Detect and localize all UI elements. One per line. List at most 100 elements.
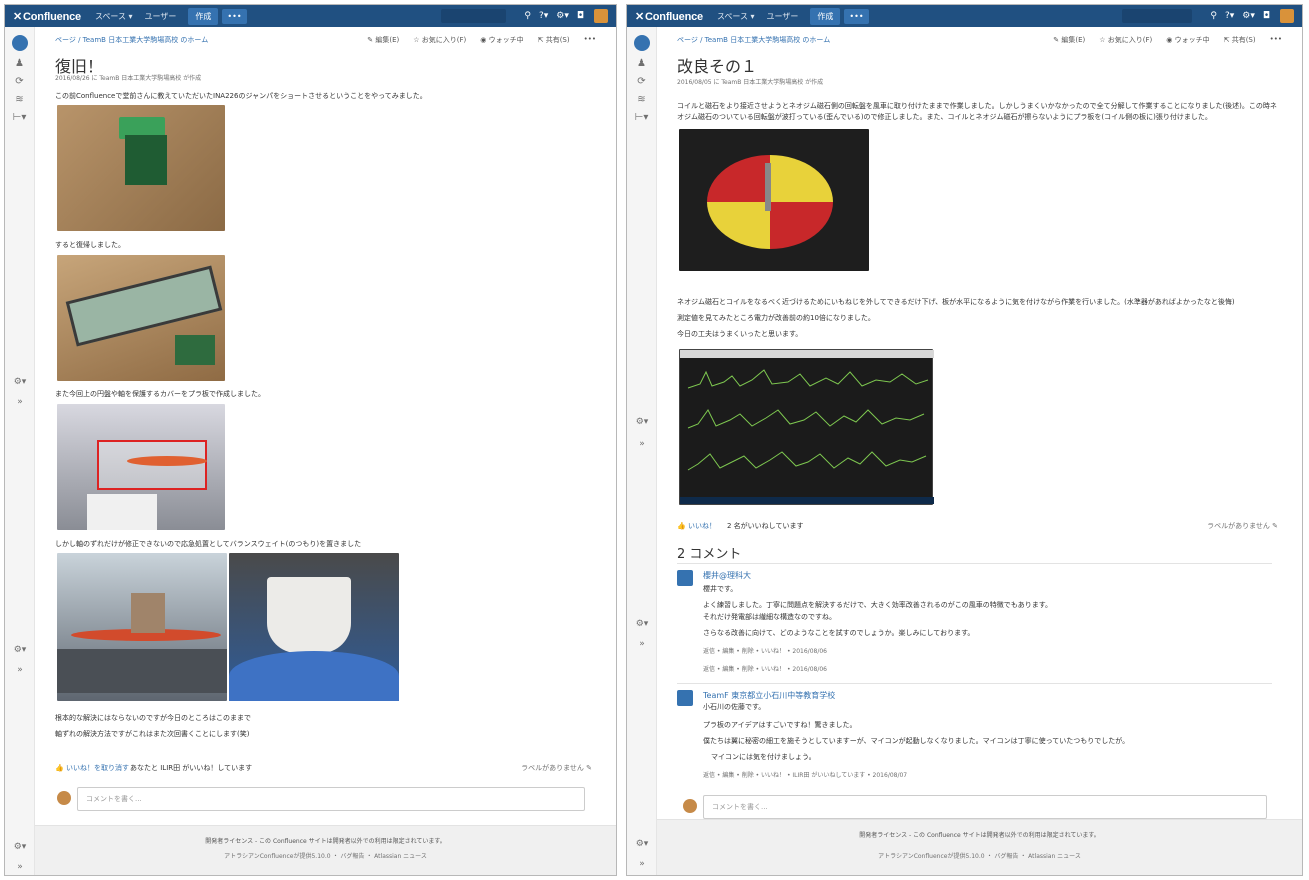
search-input[interactable] — [1122, 9, 1193, 23]
sidebar-gear-icon[interactable]: ⚙▾ — [627, 417, 657, 427]
more-create-button[interactable]: ••• — [222, 8, 247, 24]
more-create-button[interactable]: ••• — [844, 8, 869, 24]
profile-icon[interactable] — [11, 35, 28, 51]
help-icon[interactable]: ?▾ — [539, 11, 548, 21]
comment-text: よく練習しました。丁寧に問題点を解決するだけで、大きく効率改善されるのがこの風車… — [703, 601, 1053, 609]
photo-rotor-disc — [679, 129, 869, 271]
like-link[interactable]: 👍 いいね！ — [677, 521, 716, 531]
graph-lines — [687, 369, 929, 471]
people-icon[interactable]: ♟ — [627, 58, 656, 69]
notifications-icon[interactable]: ◘ — [577, 11, 584, 21]
page-meta: 2016/08/05 に TeamB 日本工業大学駒場高校 が作成 — [677, 79, 824, 86]
share-button[interactable]: ⇱ 共有(S) — [538, 35, 570, 45]
labels-empty[interactable]: ラベルがありません ✎ — [1207, 521, 1278, 531]
comment-text: 小石川の佐藤です。 — [703, 703, 766, 711]
expand-sidebar-icon-3[interactable]: » — [627, 859, 657, 869]
favorite-button[interactable]: ☆ お気に入り(F) — [413, 35, 466, 45]
likes-summary: 2 名がいいねしています — [727, 522, 804, 530]
footer-links[interactable]: アトラシアンConfluenceが提供5.10.0 ・ バグ報告 ・ Atlas… — [657, 851, 1302, 860]
footer-links[interactable]: アトラシアンConfluenceが提供5.10.0 ・ バグ報告 ・ Atlas… — [35, 851, 616, 860]
notifications-icon[interactable]: ◘ — [1263, 11, 1270, 21]
comment-actions[interactable]: 返信 • 編集 • 削除 • いいね！ • 2016/08/06 — [703, 664, 827, 673]
activity-icon[interactable]: ⟳ — [5, 76, 34, 87]
photo-balance-weight-cup — [229, 553, 399, 701]
sidebar-gear-icon-2[interactable]: ⚙▾ — [5, 645, 35, 655]
expand-sidebar-icon[interactable]: » — [5, 397, 35, 407]
gear-icon[interactable]: ⚙▾ — [1242, 11, 1255, 21]
screenshot-power-graphs — [679, 349, 934, 505]
watch-button[interactable]: ◉ ウォッチ中 — [480, 35, 523, 45]
sidebar-gear-icon-2[interactable]: ⚙▾ — [627, 619, 657, 629]
people-icon[interactable]: ♟ — [5, 58, 34, 69]
unlike-link[interactable]: 👍 いいね！を取り消す — [55, 763, 129, 773]
sidebar-gear-icon-3[interactable]: ⚙▾ — [627, 839, 657, 849]
right-confluence-window: ✕Confluence スペース ▾ ユーザー 作成 ••• ⚲ ?▾ ⚙▾ ◘… — [626, 4, 1303, 876]
page-content: ページ / TeamB 日本工業大学駒場高校 のホーム ✎ 編集(E) ☆ お気… — [657, 27, 1302, 875]
sidebar-gear-icon[interactable]: ⚙▾ — [5, 377, 35, 387]
share-button[interactable]: ⇱ 共有(S) — [1224, 35, 1256, 45]
edit-button[interactable]: ✎ 編集(E) — [367, 35, 399, 45]
comment-avatar — [677, 690, 693, 706]
more-actions-button[interactable]: ••• — [1270, 35, 1282, 45]
expand-sidebar-icon[interactable]: » — [627, 439, 657, 449]
left-confluence-window: ✕Confluence スペース ▾ ユーザー 作成 ••• ⚲ ?▾ ⚙▾ ◘… — [4, 4, 617, 876]
expand-sidebar-icon-3[interactable]: » — [5, 862, 35, 872]
paragraph: コイルと磁石をより接近させようとネオジム磁石側の回転盤を風車に取り付けたままで作… — [677, 102, 1277, 121]
footer: 開発者ライセンス - この Confluence サイトは開発者以外での利用は限… — [657, 819, 1302, 875]
comment-input[interactable]: コメントを書く... — [77, 787, 585, 811]
paragraph: 根本的な解決にはならないのですが今日のところはこのままで — [55, 714, 251, 722]
activity-icon[interactable]: ⟳ — [627, 76, 656, 87]
likes-summary: あなたと ILIR田 がいいね！しています — [130, 764, 253, 772]
feed-icon[interactable]: ≋ — [627, 94, 656, 105]
feed-icon[interactable]: ≋ — [5, 94, 34, 105]
paragraph: すると復帰しました。 — [55, 241, 125, 249]
confluence-logo[interactable]: ✕Confluence — [13, 10, 81, 23]
paragraph: しかし軸のずれだけが修正できないので応急処置としてバランスウェイト(のつもり)を… — [55, 540, 362, 548]
paragraph: また今回上の円盤や軸を保護するカバーをプラ板で作成しました。 — [55, 390, 265, 398]
comment-actions[interactable]: 返信 • 編集 • 削除 • いいね！ • ILIR田 がいいねしています • … — [703, 770, 907, 779]
search-icon[interactable]: ⚲ — [524, 11, 531, 21]
comment-author[interactable]: 櫻井@理科大 — [703, 570, 751, 581]
comment-text: プラ板のアイデアはすごいですね！驚きました。 — [703, 721, 857, 729]
photo-circuit-board — [57, 105, 225, 231]
footer: 開発者ライセンス - この Confluence サイトは開発者以外での利用は限… — [35, 825, 616, 875]
search-input[interactable] — [441, 9, 507, 23]
comment-text: さらなる改善に向けて、どのようなことを試すのでしょうか。楽しみにしております。 — [703, 629, 975, 637]
create-button[interactable]: 作成 — [810, 7, 841, 25]
gear-icon[interactable]: ⚙▾ — [556, 11, 569, 21]
paragraph: この前Confluenceで堂前さんに教えていただいたINA226のジャンパをシ… — [55, 92, 427, 100]
expand-sidebar-icon-2[interactable]: » — [5, 665, 35, 675]
edit-button[interactable]: ✎ 編集(E) — [1053, 35, 1085, 45]
photo-lcd-display — [57, 255, 225, 381]
more-actions-button[interactable]: ••• — [584, 35, 596, 45]
tree-icon[interactable]: ⊢▾ — [5, 112, 34, 123]
comment-author[interactable]: TeamF 東京都立小石川中等教育学校 — [703, 690, 835, 701]
tree-icon[interactable]: ⊢▾ — [627, 112, 656, 123]
user-avatar[interactable] — [1280, 9, 1294, 23]
search-icon[interactable]: ⚲ — [1210, 11, 1217, 21]
confluence-logo[interactable]: ✕Confluence — [635, 10, 703, 23]
help-icon[interactable]: ?▾ — [1225, 11, 1234, 21]
expand-sidebar-icon-2[interactable]: » — [627, 639, 657, 649]
footer-license: 開発者ライセンス - この Confluence サイトは開発者以外での利用は限… — [205, 838, 446, 845]
breadcrumb[interactable]: ページ / TeamB 日本工業大学駒場高校 のホーム — [55, 35, 208, 45]
watch-button[interactable]: ◉ ウォッチ中 — [1166, 35, 1209, 45]
comment-avatar — [677, 570, 693, 586]
nav-spaces[interactable]: スペース ▾ — [717, 11, 755, 22]
comment-2: TeamF 東京都立小石川中等教育学校 小石川の佐藤です。 プラ板のアイデアはす… — [677, 683, 1272, 783]
sidebar: ♟ ⟳ ≋ ⊢▾ ⚙▾ » ⚙▾ » ⚙▾ » — [5, 27, 35, 875]
profile-icon[interactable] — [633, 35, 650, 51]
comment-input[interactable]: コメントを書く... — [703, 795, 1267, 819]
nav-users[interactable]: ユーザー — [145, 11, 177, 22]
create-button[interactable]: 作成 — [188, 7, 219, 25]
user-avatar[interactable] — [594, 9, 608, 23]
page-actions: ✎ 編集(E) ☆ お気に入り(F) ◉ ウォッチ中 ⇱ 共有(S) ••• — [367, 35, 596, 45]
sidebar-gear-icon-3[interactable]: ⚙▾ — [5, 842, 35, 852]
comment-text: 櫻井です。 — [703, 585, 738, 593]
labels-empty[interactable]: ラベルがありません ✎ — [521, 763, 592, 773]
comment-actions[interactable]: 返信 • 編集 • 削除 • いいね！ • 2016/08/06 — [703, 646, 827, 655]
breadcrumb[interactable]: ページ / TeamB 日本工業大学駒場高校 のホーム — [677, 35, 830, 45]
nav-spaces[interactable]: スペース ▾ — [95, 11, 133, 22]
favorite-button[interactable]: ☆ お気に入り(F) — [1099, 35, 1152, 45]
nav-users[interactable]: ユーザー — [767, 11, 799, 22]
